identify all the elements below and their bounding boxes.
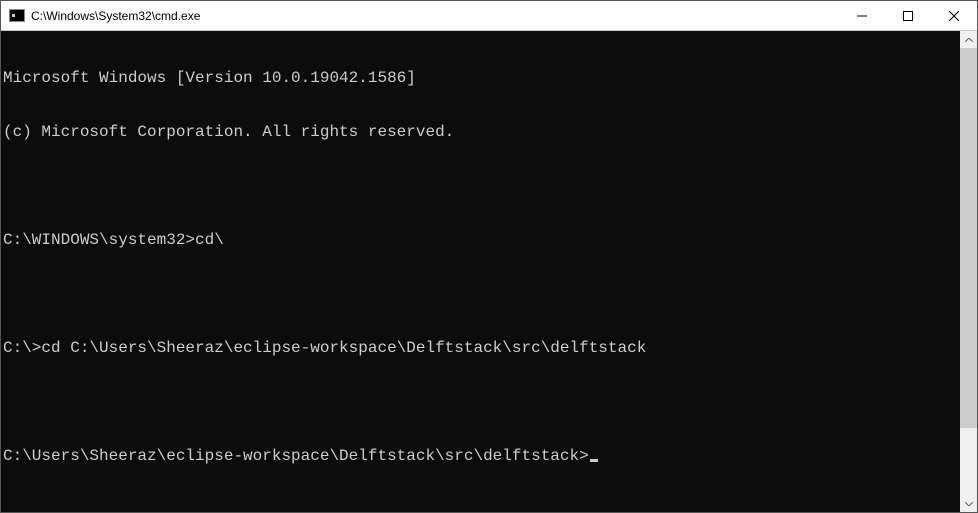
command: cd\ [195,231,224,249]
minimize-icon [857,11,867,21]
scroll-down-button[interactable] [960,495,977,512]
titlebar[interactable]: C:\Windows\System32\cmd.exe [1,1,977,31]
window-title: C:\Windows\System32\cmd.exe [31,9,839,23]
terminal-line: C:\>cd C:\Users\Sheeraz\eclipse-workspac… [3,339,960,357]
maximize-button[interactable] [885,1,931,30]
terminal-line: (c) Microsoft Corporation. All rights re… [3,123,960,141]
terminal-line: C:\WINDOWS\system32>cd\ [3,231,960,249]
terminal-blank-line [3,177,960,195]
terminal-line: C:\Users\Sheeraz\eclipse-workspace\Delft… [3,447,960,465]
chevron-down-icon [965,502,973,506]
command: cd C:\Users\Sheeraz\eclipse-workspace\De… [41,339,646,357]
scroll-track[interactable] [960,48,977,495]
cursor [590,459,598,462]
prompt: C:\Users\Sheeraz\eclipse-workspace\Delft… [3,447,589,465]
minimize-button[interactable] [839,1,885,30]
version-text: Microsoft Windows [Version 10.0.19042.15… [3,69,416,87]
maximize-icon [903,11,913,21]
scroll-up-button[interactable] [960,31,977,48]
cmd-icon [9,9,25,22]
prompt: C:\> [3,339,41,357]
prompt: C:\WINDOWS\system32> [3,231,195,249]
client-area: Microsoft Windows [Version 10.0.19042.15… [1,31,977,512]
cmd-window: C:\Windows\System32\cmd.exe Micr [0,0,978,513]
terminal-output[interactable]: Microsoft Windows [Version 10.0.19042.15… [1,31,960,512]
terminal-line: Microsoft Windows [Version 10.0.19042.15… [3,69,960,87]
close-icon [949,11,959,21]
window-controls [839,1,977,30]
vertical-scrollbar[interactable] [960,31,977,512]
terminal-blank-line [3,393,960,411]
copyright-text: (c) Microsoft Corporation. All rights re… [3,123,454,141]
chevron-up-icon [965,38,973,42]
terminal-blank-line [3,285,960,303]
scroll-thumb[interactable] [960,48,977,428]
close-button[interactable] [931,1,977,30]
